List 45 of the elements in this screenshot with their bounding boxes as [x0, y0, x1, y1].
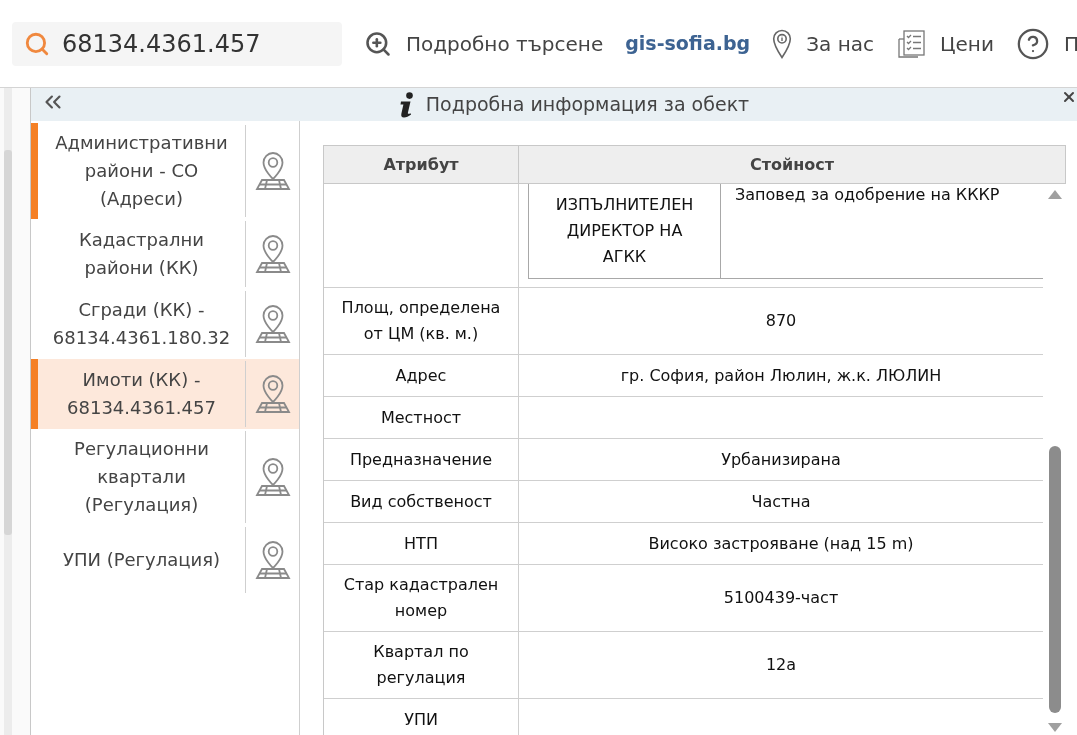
map-pin-icon — [254, 234, 291, 274]
scrollbar-thumb[interactable] — [4, 150, 12, 535]
attribute-name: Местност — [380, 406, 462, 429]
attribute-value: Високо застрояване (над 15 m) — [648, 532, 914, 555]
attribute-value: гр. София, район Люлин, ж.к. ЛЮЛИН — [620, 364, 942, 387]
column-header: Стойност — [749, 153, 835, 176]
nav-link[interactable]: Подробно търсене — [364, 28, 604, 59]
help-icon — [1015, 26, 1050, 61]
attribute-value: Урбанизирана — [721, 448, 841, 471]
map-pin-icon — [254, 457, 291, 497]
scrollbar-thumb[interactable] — [1048, 446, 1061, 713]
map-pin-icon — [772, 28, 793, 59]
nav-link[interactable]: П — [1015, 26, 1077, 61]
map-pin-icon — [254, 374, 291, 414]
layer-item[interactable]: Имоти (КК) - 68134.4361.457 — [31, 359, 299, 429]
close-icon — [1061, 89, 1077, 105]
attribute-name: Площ, определена от ЦМ (кв. м.) — [340, 297, 502, 345]
nav-link[interactable]: За нас — [772, 28, 874, 59]
attribute-name: НТП — [404, 532, 438, 555]
attribute-value: 5100439-част — [723, 587, 839, 609]
scroll-up-arrow-icon[interactable] — [1047, 190, 1062, 199]
checklist-icon — [895, 29, 926, 58]
scroll-down-arrow-icon[interactable] — [1047, 723, 1062, 732]
attribute-name: Стар кадастрален номер — [342, 574, 500, 622]
panel-title: Подробна информация за обект — [425, 92, 750, 118]
attribute-name: Адрес — [395, 364, 447, 387]
map-pin-icon — [254, 151, 291, 191]
site-link[interactable]: gis-sofia.bg — [625, 29, 751, 58]
nav-link[interactable]: Цени — [895, 28, 994, 59]
attribute-value: 870 — [765, 310, 797, 332]
attribute-value: 12а — [765, 654, 797, 676]
attribute-name: УПИ — [404, 708, 438, 731]
nested-value: ИЗПЪЛНИТЕЛЕН ДИРЕКТОР НА АГКК — [529, 184, 721, 278]
map-pin-icon — [254, 304, 291, 344]
attribute-name: Квартал по регулация — [372, 641, 470, 689]
search-field[interactable]: 68134.4361.457 — [12, 21, 342, 66]
column-header: Атрибут — [324, 146, 519, 183]
map-pin-icon — [254, 540, 291, 580]
info-icon — [398, 91, 416, 118]
nested-value: Заповед за одобрение на КККР — [734, 184, 1001, 206]
zoom-in-icon — [364, 29, 392, 58]
attribute-name: Предназначение — [349, 448, 493, 471]
attribute-name: Вид собственост — [350, 490, 492, 513]
attribute-value: Частна — [751, 490, 811, 513]
search-icon — [24, 30, 50, 57]
